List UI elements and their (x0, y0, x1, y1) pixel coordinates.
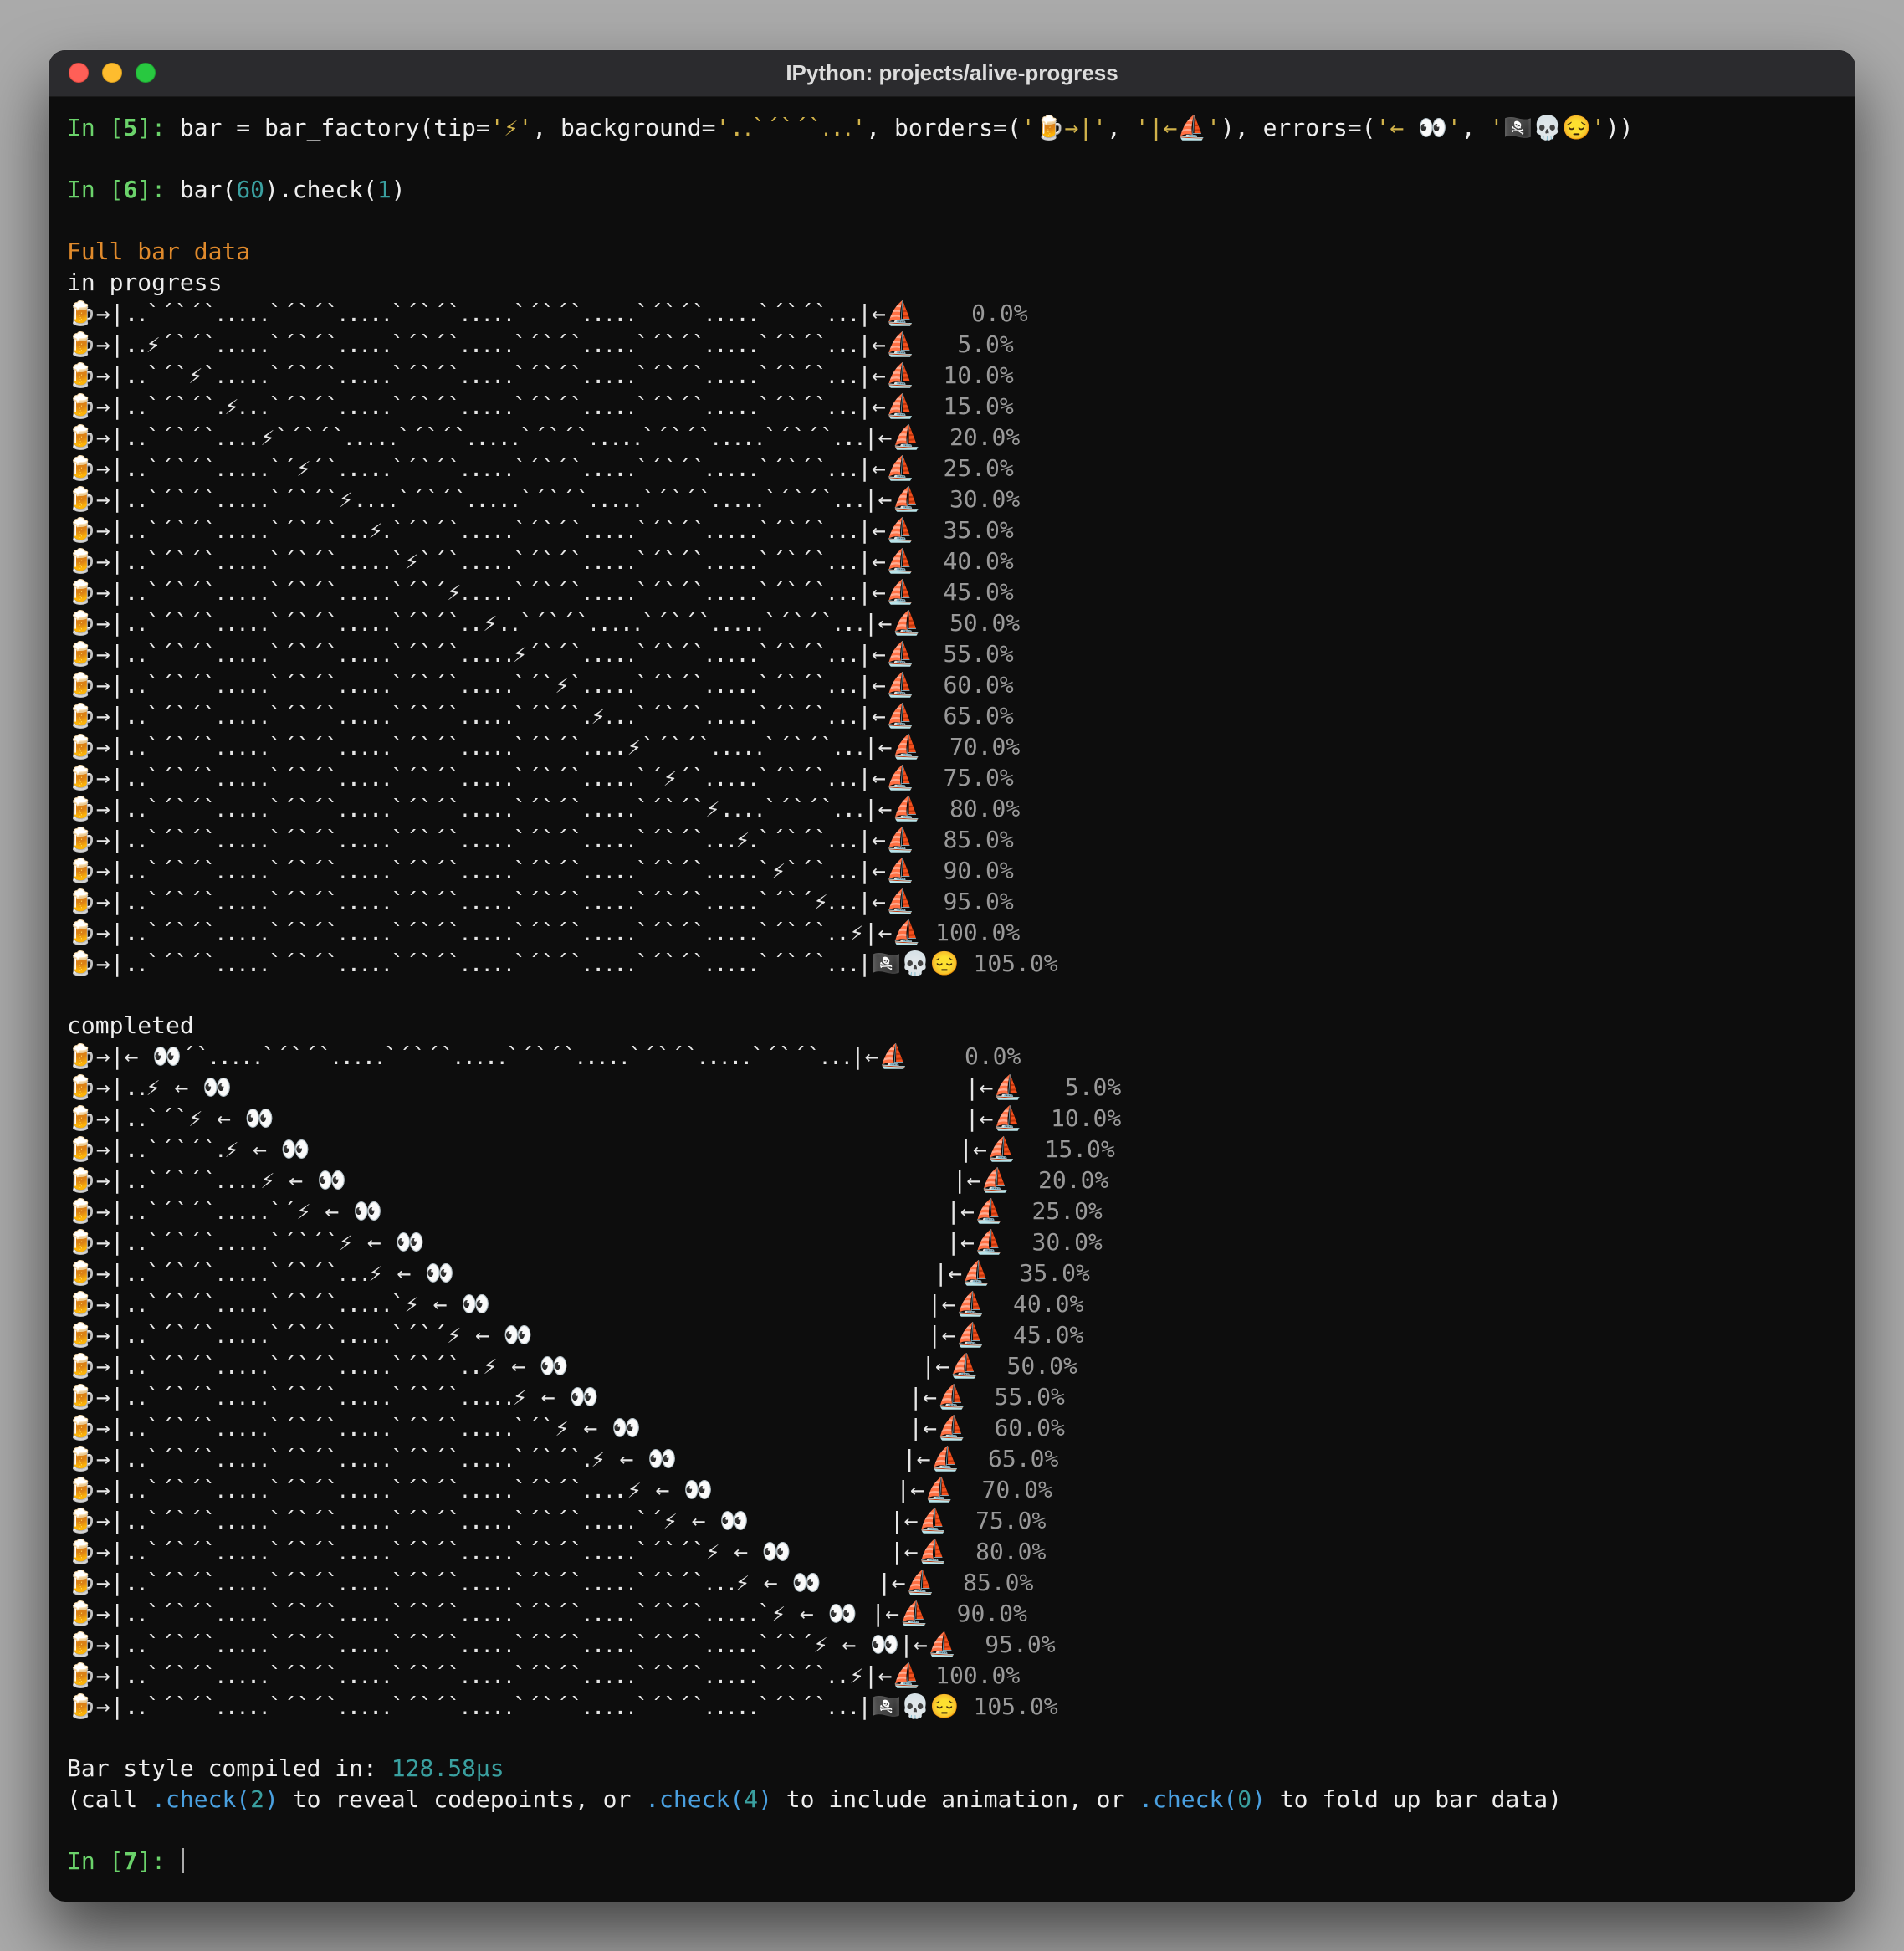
cursor-icon (182, 1848, 184, 1873)
terminal-body[interactable]: In [5]: bar = bar_factory(tip='⚡', backg… (49, 97, 1855, 1885)
titlebar: IPython: projects/alive-progress (49, 50, 1855, 97)
terminal-window: IPython: projects/alive-progress In [5]:… (49, 50, 1855, 1902)
window-title: IPython: projects/alive-progress (49, 60, 1855, 86)
